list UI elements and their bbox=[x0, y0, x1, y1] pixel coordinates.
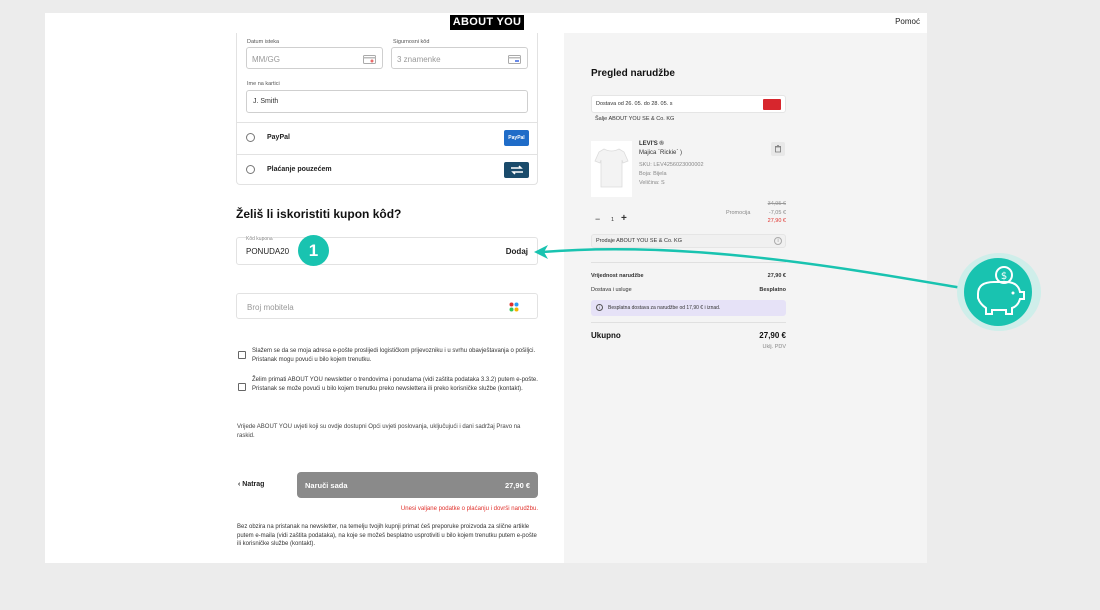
product-name[interactable]: Majica `Rickie` ) bbox=[639, 150, 682, 156]
divider bbox=[591, 322, 786, 323]
paypal-logo-icon: PayPal bbox=[504, 130, 529, 146]
cvv-card-icon bbox=[508, 55, 521, 64]
about-you-logo[interactable]: ABOUT YOU bbox=[450, 15, 524, 30]
shipping-label: Dostava i usluge bbox=[591, 287, 632, 293]
cash-icon bbox=[504, 162, 529, 178]
payment-error-message: Unesi valjane podatke o plaćanju i dovrš… bbox=[400, 506, 538, 512]
info-icon: i bbox=[596, 304, 603, 311]
qty-value: 1 bbox=[611, 217, 615, 223]
phone-field[interactable]: Broj mobitela bbox=[236, 293, 538, 319]
expiry-placeholder: MM/GG bbox=[252, 55, 280, 64]
promo-label: Promocija bbox=[726, 210, 751, 216]
order-value: 27,90 € bbox=[767, 273, 786, 279]
product-size: Veličina: S bbox=[639, 180, 665, 186]
name-on-card-value: J. Smith bbox=[253, 98, 279, 105]
back-label: Natrag bbox=[242, 481, 265, 488]
qty-increase-button[interactable]: + bbox=[621, 213, 627, 224]
price-new: 27,90 € bbox=[767, 218, 786, 224]
order-value-label: Vrijednost narudžbe bbox=[591, 273, 644, 279]
promo-value: -7,05 € bbox=[768, 210, 786, 216]
svg-text:$: $ bbox=[1001, 271, 1007, 282]
name-label: Ime na kartici bbox=[247, 81, 280, 87]
name-on-card-field[interactable]: J. Smith bbox=[246, 90, 528, 113]
coupon-field[interactable]: Kôd kupona PONUDA20 Dodaj bbox=[236, 236, 538, 265]
contact-picker-icon[interactable] bbox=[509, 302, 519, 312]
consent-email-text: Slažem se da se moja adresa e-pošte pros… bbox=[252, 348, 536, 363]
seller-text: Prodaje ABOUT YOU SE & Co. KG bbox=[596, 238, 682, 244]
trash-icon[interactable] bbox=[771, 142, 785, 156]
shipping-value: Besplatno bbox=[759, 287, 786, 293]
ships-from: Šalje ABOUT YOU SE & Co. KG bbox=[595, 116, 675, 122]
header: ABOUT YOU Pomoć bbox=[45, 13, 927, 33]
cod-radio[interactable] bbox=[246, 165, 255, 174]
free-shipping-banner: i Besplatna dostava za narudžbe od 17,90… bbox=[591, 300, 786, 316]
cvv-field[interactable]: 3 znamenke bbox=[391, 47, 528, 69]
courier-logo-icon bbox=[763, 99, 781, 110]
delivery-box: Dostava od 26. 05. do 28. 05. s bbox=[591, 95, 786, 113]
coupon-field-label: Kôd kupona bbox=[246, 236, 273, 242]
cvv-label: Sigurnosni kôd bbox=[393, 39, 430, 45]
seller-box: Prodaje ABOUT YOU SE & Co. KG i bbox=[591, 234, 786, 248]
cvv-placeholder: 3 znamenke bbox=[397, 55, 441, 64]
coupon-value: PONUDA20 bbox=[246, 247, 290, 256]
card-back-icon bbox=[363, 55, 376, 64]
order-now-label: Naruči sada bbox=[305, 481, 348, 490]
order-now-button[interactable]: Naruči sada 27,90 € bbox=[297, 472, 538, 498]
qty-decrease-button[interactable]: − bbox=[595, 214, 600, 224]
price-old: 34,95 € bbox=[767, 201, 786, 207]
terms-text: Vrijede ABOUT YOU uvjeti koji su ovdje d… bbox=[237, 424, 521, 439]
product-sku: SKU: LEV4256023000002 bbox=[639, 162, 704, 168]
expiry-label: Datum isteka bbox=[247, 39, 280, 45]
newsletter-disclaimer: Bez obzira na pristanak na newsletter, n… bbox=[237, 524, 537, 547]
total-value: 27,90 € bbox=[759, 331, 786, 340]
product-color: Boja: Bijela bbox=[639, 171, 667, 177]
order-now-total: 27,90 € bbox=[504, 481, 530, 490]
apply-coupon-button[interactable]: Dodaj bbox=[506, 247, 528, 256]
coupon-heading: Želiš li iskoristiti kupon kôd? bbox=[236, 207, 402, 221]
consent-newsletter-checkbox[interactable] bbox=[238, 383, 246, 391]
paypal-label: PayPal bbox=[267, 134, 290, 141]
cod-label: Plaćanje pouzećem bbox=[267, 166, 332, 173]
free-shipping-note: Besplatna dostava za narudžbe od 17,90 €… bbox=[608, 305, 721, 311]
summary-title: Pregled narudžbe bbox=[591, 68, 675, 79]
divider bbox=[237, 122, 537, 123]
expiry-field[interactable]: MM/GG bbox=[246, 47, 383, 69]
step-one-badge: 1 bbox=[298, 235, 329, 266]
tshirt-icon bbox=[594, 148, 629, 188]
phone-placeholder: Broj mobitela bbox=[247, 303, 294, 312]
back-link[interactable]: ‹ Natrag bbox=[238, 481, 264, 488]
consent-email-checkbox[interactable] bbox=[238, 351, 246, 359]
divider bbox=[591, 262, 786, 263]
delivery-dates: Dostava od 26. 05. do 28. 05. s bbox=[596, 101, 673, 107]
product-image[interactable] bbox=[591, 141, 632, 197]
paypal-radio[interactable] bbox=[246, 133, 255, 142]
consent-newsletter-text: Želim primati ABOUT YOU newsletter o tre… bbox=[252, 377, 538, 392]
help-link[interactable]: Pomoć bbox=[895, 17, 920, 26]
info-icon[interactable]: i bbox=[774, 237, 782, 245]
product-brand: LEVI'S ® bbox=[639, 141, 664, 147]
piggy-bank-icon: $ bbox=[964, 258, 1032, 326]
total-label: Ukupno bbox=[591, 331, 621, 340]
divider bbox=[237, 154, 537, 155]
vat-note: Uklj. PDV bbox=[762, 344, 786, 350]
